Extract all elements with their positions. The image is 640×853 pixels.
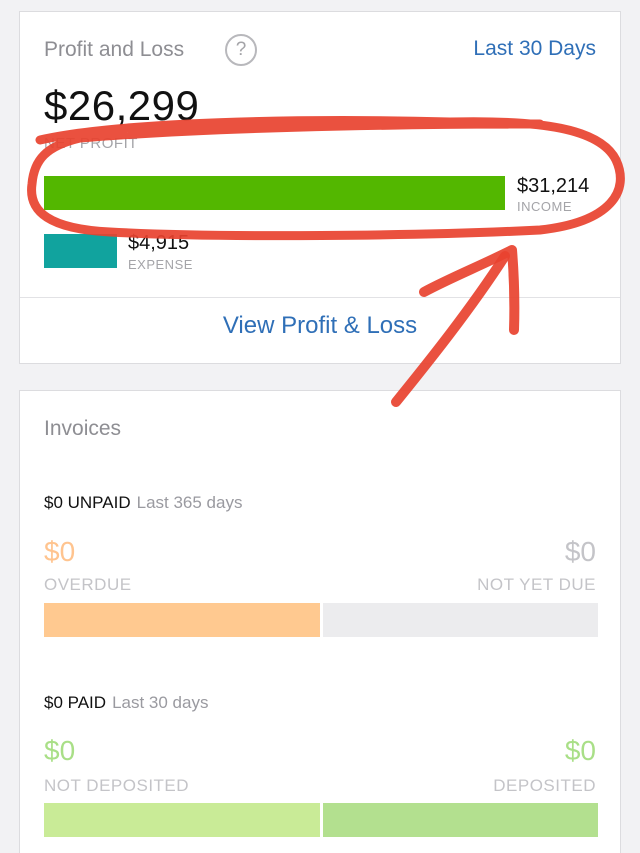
not-yet-due-value: $0 — [564, 536, 596, 567]
expense-value: $4,915 — [128, 232, 190, 254]
unpaid-heading: $0 UNPAID Last 365 days — [44, 493, 242, 513]
not-deposited-label: NOT DEPOSITED — [44, 776, 190, 795]
income-value: $31,214 — [517, 175, 590, 197]
not-deposited-bar[interactable] — [44, 803, 320, 837]
unpaid-range: Last 365 days — [136, 493, 243, 512]
card-divider — [20, 297, 620, 298]
not-deposited-value: $0 — [44, 735, 76, 766]
overdue-label: OVERDUE — [44, 575, 132, 594]
not-yet-due-bar[interactable] — [323, 603, 598, 637]
income-bar[interactable] — [44, 176, 505, 210]
deposited-value: $0 — [564, 735, 596, 766]
net-profit-value: $26,299 — [44, 82, 200, 129]
profit-loss-card: Profit and Loss ? Last 30 Days $26,299 N… — [19, 11, 621, 364]
net-profit-label: NET PROFIT — [44, 135, 138, 152]
paid-heading: $0 PAID Last 30 days — [44, 693, 208, 713]
deposited-bar[interactable] — [323, 803, 598, 837]
paid-range: Last 30 days — [112, 693, 209, 712]
expense-bar[interactable] — [44, 234, 117, 268]
app-screen: Profit and Loss ? Last 30 Days $26,299 N… — [0, 0, 640, 853]
period-selector-link[interactable]: Last 30 Days — [473, 37, 596, 61]
paid-amount-heading: $0 PAID — [44, 693, 107, 712]
view-profit-loss-button[interactable]: View Profit & Loss — [20, 312, 620, 340]
overdue-bar[interactable] — [44, 603, 320, 637]
invoices-card: Invoices $0 UNPAID Last 365 days $0 $0 OV… — [19, 390, 621, 853]
invoices-title: Invoices — [44, 417, 122, 440]
expense-label: EXPENSE — [128, 257, 193, 272]
profit-loss-title: Profit and Loss — [44, 38, 185, 61]
overdue-value: $0 — [44, 536, 76, 567]
not-yet-due-label: NOT YET DUE — [477, 575, 596, 594]
income-label: INCOME — [517, 199, 572, 214]
deposited-label: DEPOSITED — [493, 776, 596, 795]
unpaid-amount-heading: $0 UNPAID — [44, 493, 131, 512]
help-icon[interactable]: ? — [225, 34, 257, 66]
